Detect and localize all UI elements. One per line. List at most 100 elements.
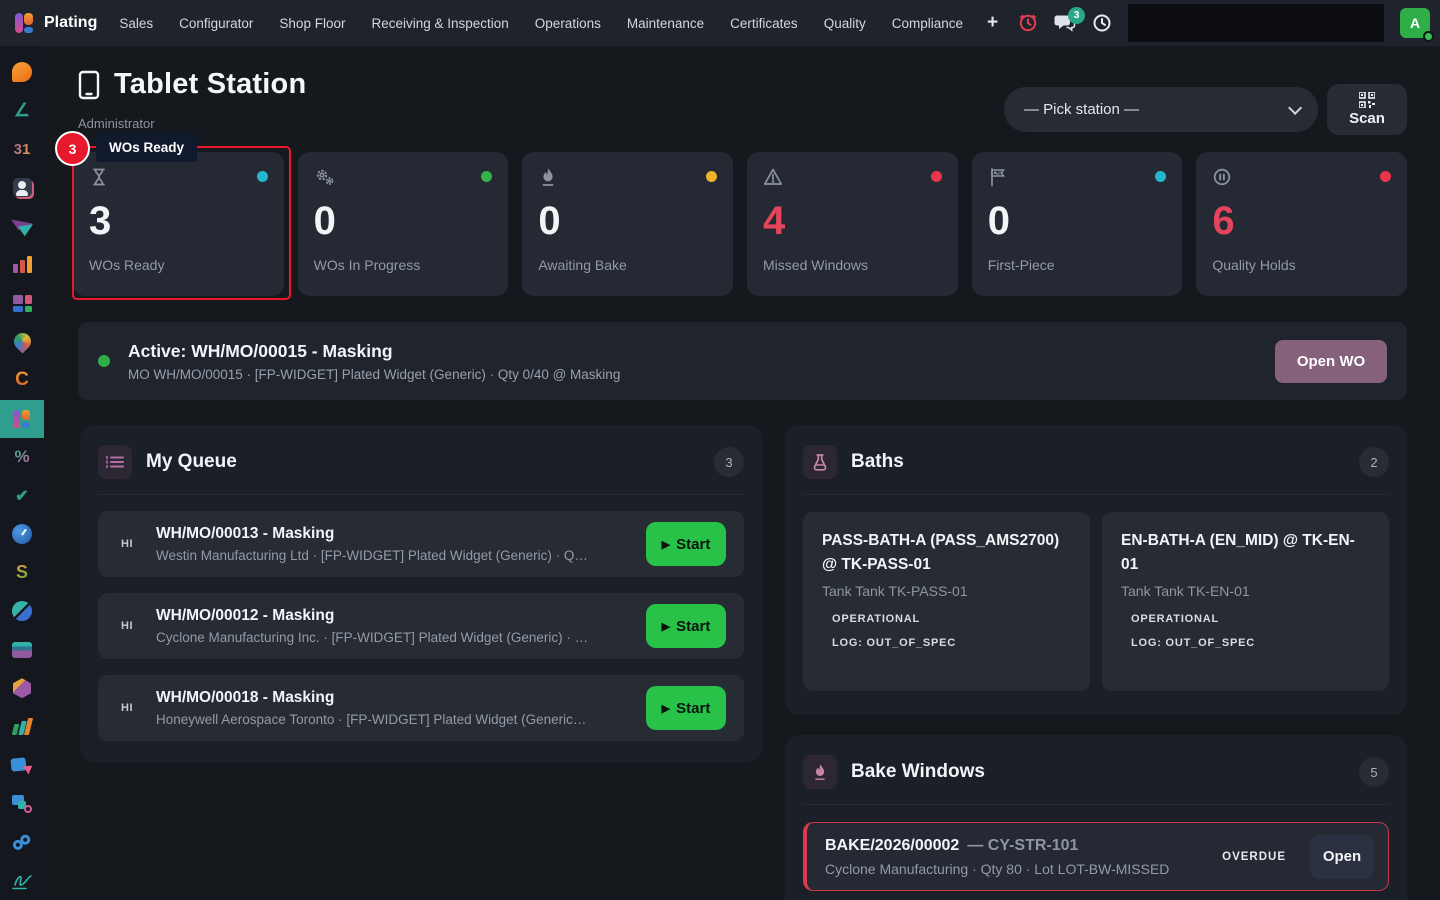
bake-title: Bake Windows [851,761,985,782]
bake-window-item[interactable]: BAKE/2026/00002 — CY-STR-101 Cyclone Manu… [803,822,1389,891]
sidebar-app-calendar[interactable]: 31 [0,130,44,169]
bake-icon-box [803,755,837,789]
percent-icon: % [14,447,30,467]
kpi-value: 0 [313,199,336,243]
sidebar-app-discuss[interactable] [0,53,44,92]
sidebar-app-surveys[interactable]: S [0,554,44,593]
kpi-value: 4 [763,199,786,243]
online-status-dot [1423,31,1434,42]
start-label: Start [676,535,711,553]
menu-quality[interactable]: Quality [824,16,866,31]
avatar-initial: A [1409,15,1421,31]
sidebar-app-knowledge[interactable]: ∠ [0,92,44,131]
start-label: Start [676,699,711,717]
kpi-awaiting-bake[interactable]: 0 Awaiting Bake [522,152,734,296]
app-switcher[interactable]: Plating [0,11,111,35]
bath-status: OPERATIONAL [1131,613,1220,626]
sidebar-app-studio[interactable] [0,746,44,785]
sidebar-app-inventory[interactable] [0,669,44,708]
bath-status: OPERATIONAL [832,613,921,626]
sidebar-app-accounting[interactable] [0,708,44,747]
discuss-messages[interactable]: 3 [1054,6,1085,33]
bath-title: EN-BATH-A (EN_MID) @ TK-EN-01 [1121,532,1355,574]
bath-card[interactable]: PASS-BATH-A (PASS_AMS2700) @ TK-PASS-01 … [803,512,1090,691]
flame-icon [542,168,554,186]
warning-icon [763,168,783,185]
menu-operations[interactable]: Operations [535,16,601,31]
sidebar-app-crm[interactable] [0,207,44,246]
station-picker[interactable]: — Pick station — [1004,87,1318,132]
sidebar-app-planning[interactable] [0,592,44,631]
menu-maintenance[interactable]: Maintenance [627,16,704,31]
kpi-wos-in-progress[interactable]: 0 WOs In Progress [297,152,509,296]
bake-part: — CY-STR-101 [967,836,1079,854]
open-wo-button[interactable]: Open WO [1275,339,1387,383]
sidebar-app-payroll[interactable] [0,631,44,670]
bake-flame-icon [815,764,825,780]
queue-item[interactable]: HI WH/MO/00013 - Masking Westin Manufact… [98,511,744,577]
queue-item[interactable]: HI WH/MO/00012 - Masking Cyclone Manufac… [98,593,744,659]
active-status-dot [98,355,110,367]
sphere-icon [12,601,32,622]
hourglass-icon [93,168,105,186]
menu-configurator[interactable]: Configurator [179,16,253,31]
sidebar-app-todo[interactable]: ✔ [0,477,44,516]
kpi-missed-windows[interactable]: 4 Missed Windows [747,152,958,296]
sidebar-app-dashboards[interactable] [0,284,44,323]
bath-tank: Tank Tank TK-PASS-01 [822,583,968,600]
menu-shop-floor[interactable]: Shop Floor [279,16,345,31]
contacts-icon [12,178,32,198]
start-button[interactable]: ▶ Start [646,604,726,648]
queue-item[interactable]: HI WH/MO/00018 - Masking Honeywell Aeros… [98,675,744,741]
play-icon: ▶ [661,620,671,633]
open-bake-button[interactable]: Open [1310,834,1374,879]
kpi-first-piece[interactable]: 0 First-Piece [971,152,1183,296]
sidebar-app-plating-active[interactable] [0,399,44,438]
annotation-number-badge: 3 [55,131,90,166]
recent-clock-icon[interactable] [1092,13,1112,33]
annotation-label: WOs Ready [96,133,198,162]
bath-card[interactable]: EN-BATH-A (EN_MID) @ TK-EN-01 Tank Tank … [1102,512,1389,691]
flask-icon [813,454,827,471]
topbar: Plating Sales Configurator Shop Floor Re… [0,0,1440,46]
sidebar-app-attendance[interactable] [0,515,44,554]
plus-icon[interactable]: + [987,12,998,34]
chat-count-badge: 3 [1068,6,1085,24]
check-icon: ✔ [15,487,29,505]
queue-item-title: WH/MO/00012 - Masking [156,607,335,624]
status-dot [481,171,493,182]
status-dot [256,171,268,182]
topbar-menus: Sales Configurator Shop Floor Receiving … [119,16,963,31]
activities-clock-icon[interactable] [1018,13,1038,33]
menu-certificates[interactable]: Certificates [730,16,798,31]
start-button[interactable]: ▶ Start [646,522,726,566]
kpi-quality-holds[interactable]: 6 Quality Holds [1196,152,1408,296]
brand-name: Plating [44,14,98,31]
menu-receiving-inspection[interactable]: Receiving & Inspection [371,16,508,31]
status-dot [930,171,942,182]
menu-sales[interactable]: Sales [119,16,153,31]
menu-compliance[interactable]: Compliance [892,16,963,31]
tablet-station-page: Plating Sales Configurator Shop Floor Re… [0,0,1440,900]
sidebar-app-sign[interactable] [0,862,44,900]
queue-item-title: WH/MO/00018 - Masking [156,689,335,706]
kpi-wos-ready[interactable]: 3 WOs Ready [73,152,284,296]
active-wo-banner: Active: WH/MO/00015 - Masking MO WH/MO/0… [78,322,1407,400]
page-subtitle: Administrator [78,116,155,131]
sidebar-app-graphs[interactable] [0,246,44,285]
sidebar-app-quality[interactable] [0,785,44,824]
queue-item-title: WH/MO/00013 - Masking [156,525,335,542]
divider [803,494,1389,495]
start-button[interactable]: ▶ Start [646,686,726,730]
sidebar-app-maps[interactable] [0,323,44,362]
sidebar-app-discounts[interactable]: % [0,438,44,477]
queue-item-subtitle: Honeywell Aerospace Toronto · [FP-WIDGET… [156,712,587,727]
scan-button[interactable]: Scan [1327,84,1407,135]
sidebar-app-maintenance[interactable] [0,823,44,862]
sidebar-app-contacts[interactable] [0,169,44,208]
user-avatar[interactable]: A [1400,8,1434,42]
qr-code-icon [1359,92,1375,108]
bake-count-badge: 5 [1359,757,1389,787]
topbar-search-area[interactable] [1128,4,1384,42]
sidebar-app-loyalty[interactable]: C [0,361,44,400]
